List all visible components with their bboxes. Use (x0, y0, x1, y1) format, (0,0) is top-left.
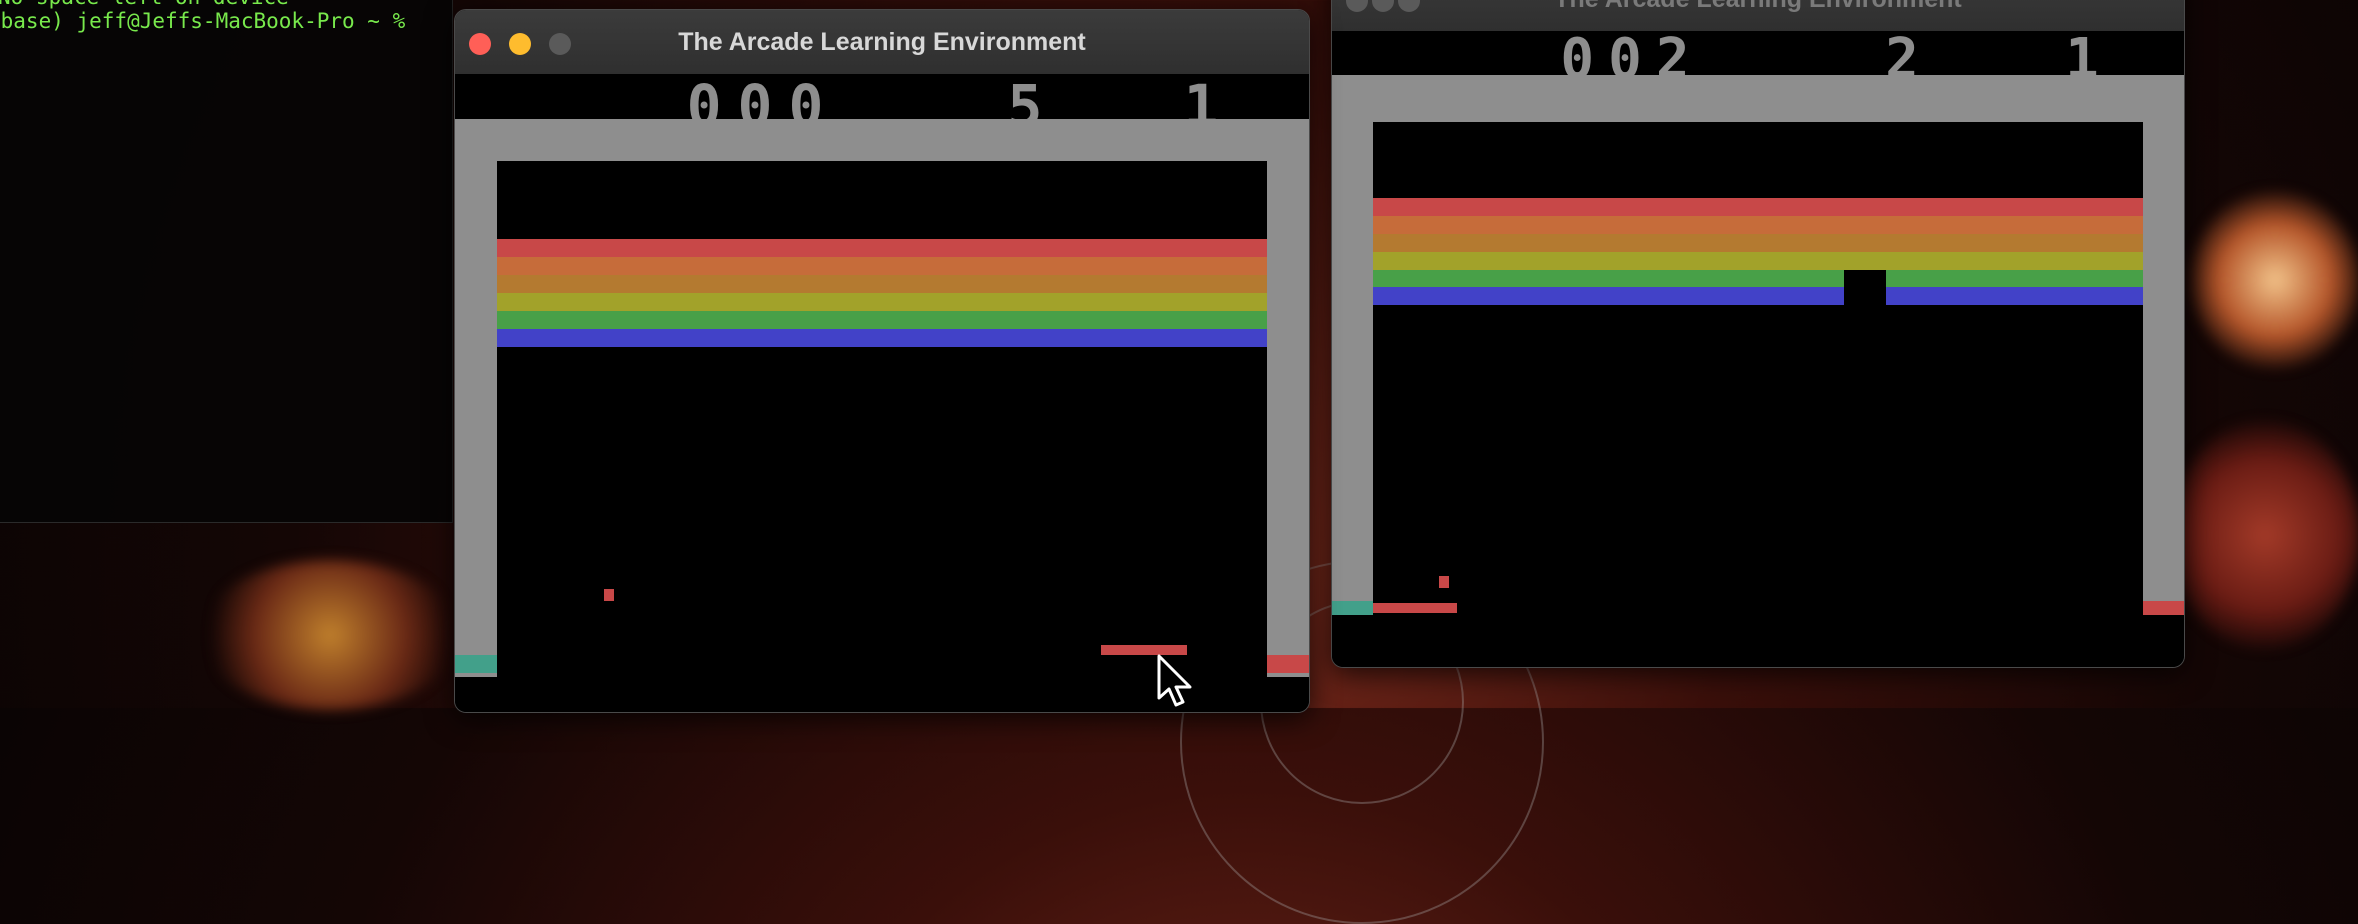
brick-row (497, 275, 1267, 293)
right-wall-base (2143, 601, 2184, 615)
brick-row (1373, 198, 2143, 216)
brick-row (1373, 252, 2143, 270)
brick-row (497, 329, 1267, 347)
brick-gap (1844, 270, 1886, 305)
right-wall-base (1267, 655, 1309, 673)
title-bar[interactable]: The Arcade Learning Environment (455, 10, 1309, 75)
brick-row (497, 239, 1267, 257)
game-window-active[interactable]: The Arcade Learning Environment 000 5 1 (454, 9, 1310, 713)
game-window-inactive[interactable]: The Arcade Learning Environment 002 2 1 (1331, 0, 2185, 668)
brick-row (497, 293, 1267, 311)
left-wall-base (455, 655, 497, 673)
left-wall (455, 119, 497, 677)
terminal-output-line: No space left on device (0, 0, 289, 9)
terminal-window[interactable]: No space left on device (base) jeff@Jeff… (0, 0, 453, 523)
right-wall (2143, 75, 2184, 615)
top-wall (455, 119, 1309, 161)
game-screen[interactable]: 000 5 1 (455, 72, 1309, 712)
wallpaper-glow (2190, 190, 2358, 370)
top-wall (1332, 75, 2184, 122)
window-title: The Arcade Learning Environment (678, 28, 1086, 56)
terminal-prompt: (base) jeff@Jeffs-MacBook-Pro ~ % (0, 9, 406, 33)
brick-row (1373, 216, 2143, 234)
ball (604, 589, 614, 601)
left-wall (1332, 75, 1373, 615)
paddle (1373, 603, 1457, 613)
brick-row (1373, 234, 2143, 252)
right-wall (1267, 119, 1309, 677)
brick-row (497, 257, 1267, 275)
left-wall-base (1332, 601, 1373, 615)
wallpaper-glow (200, 560, 460, 710)
brick-row (1373, 270, 2143, 287)
brick-row (1373, 287, 2143, 305)
wallpaper-glow (2170, 420, 2358, 650)
brick-row (497, 311, 1267, 329)
ball (1439, 576, 1449, 588)
mouse-cursor-icon (1157, 654, 1192, 707)
game-screen[interactable]: 002 2 1 (1332, 27, 2184, 667)
